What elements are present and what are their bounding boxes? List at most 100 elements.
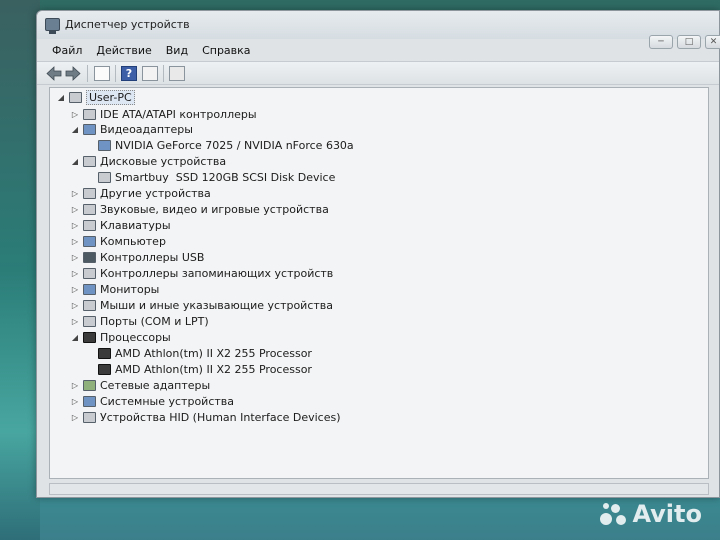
node-label: Контроллеры запоминающих устройств [100,267,334,280]
network-adapter-icon [83,380,96,391]
avito-logo-icon [600,501,628,527]
ide-controller-icon [83,109,96,120]
expand-arrow-icon[interactable]: ▷ [70,413,80,422]
tree-node-system[interactable]: ▷ Системные устройства [70,394,234,409]
scan-hardware-icon[interactable] [169,66,185,81]
other-devices-icon [83,188,96,199]
disk-drive-icon [83,156,96,167]
expand-arrow-icon[interactable]: ▷ [70,189,80,198]
tree-node-usb[interactable]: ▷ Контроллеры USB [70,250,205,265]
toolbar: ? [37,61,719,85]
menu-view[interactable]: Вид [159,42,195,59]
expand-arrow-icon[interactable]: ▷ [70,317,80,326]
tree-node-keyboards[interactable]: ▷ Клавиатуры [70,218,171,233]
keyboard-icon [83,220,96,231]
port-icon [83,316,96,327]
sound-icon [83,204,96,215]
system-devices-icon [83,396,96,407]
tree-node-monitors[interactable]: ▷ Мониторы [70,282,159,297]
leaf-label: NVIDIA GeForce 7025 / NVIDIA nForce 630a [115,139,354,152]
help-icon[interactable]: ? [121,66,137,81]
disk-drive-icon [98,172,111,183]
storage-controller-icon [83,268,96,279]
node-label: Клавиатуры [100,219,171,232]
node-label: Компьютер [100,235,166,248]
status-bar [49,483,709,495]
node-label: Устройства HID (Human Interface Devices) [100,411,341,424]
menu-help[interactable]: Справка [195,42,257,59]
mouse-icon [83,300,96,311]
leaf-label: AMD Athlon(tm) II X2 255 Processor [115,363,312,376]
processor-icon [98,348,111,359]
computer-root-icon [69,92,82,103]
usb-icon [83,252,96,263]
window-title: Диспетчер устройств [65,18,190,31]
tree-leaf-cpu-0[interactable]: AMD Athlon(tm) II X2 255 Processor [98,346,312,361]
expand-arrow-icon[interactable]: ▷ [70,253,80,262]
collapse-arrow-icon[interactable]: ◢ [70,125,80,134]
tree-root[interactable]: ◢ User-PC [56,90,135,105]
monitor-icon [83,284,96,295]
processor-icon [83,332,96,343]
tree-leaf-ssd[interactable]: Smartbuy SSD 120GB SCSI Disk Device [98,170,335,185]
expand-arrow-icon[interactable]: ▷ [70,205,80,214]
menu-file[interactable]: Файл [45,42,89,59]
tree-node-hid[interactable]: ▷ Устройства HID (Human Interface Device… [70,410,341,425]
tree-leaf-gpu[interactable]: NVIDIA GeForce 7025 / NVIDIA nForce 630a [98,138,354,153]
avito-text: Avito [632,500,702,528]
root-label[interactable]: User-PC [86,90,135,105]
menu-bar: Файл Действие Вид Справка [37,39,719,61]
device-manager-window: Диспетчер устройств ─ □ ✕ Файл Действие … [36,10,720,498]
tree-node-display[interactable]: ◢ Видеоадаптеры [70,122,193,137]
view-icon[interactable] [142,66,158,81]
hid-icon [83,412,96,423]
tree-node-disk[interactable]: ◢ Дисковые устройства [70,154,226,169]
node-label: Дисковые устройства [100,155,227,168]
expand-arrow-icon[interactable]: ▷ [70,237,80,246]
expand-arrow-icon[interactable]: ▷ [70,301,80,310]
expand-arrow-icon[interactable]: ▷ [70,285,80,294]
expand-arrow-icon[interactable]: ▷ [70,269,80,278]
tree-node-network[interactable]: ▷ Сетевые адаптеры [70,378,210,393]
expand-arrow-icon[interactable]: ▷ [70,110,80,119]
processor-icon [98,364,111,375]
tree-leaf-cpu-1[interactable]: AMD Athlon(tm) II X2 255 Processor [98,362,312,377]
expand-arrow-icon[interactable]: ▷ [70,381,80,390]
forward-arrow-icon[interactable] [65,66,81,81]
node-label: Сетевые адаптеры [100,379,211,392]
tree-node-mice[interactable]: ▷ Мыши и иные указывающие устройства [70,298,333,313]
node-label: Мониторы [100,283,160,296]
display-adapter-icon [98,140,111,151]
node-label: Видеоадаптеры [100,123,193,136]
collapse-arrow-icon[interactable]: ◢ [56,93,66,102]
tree-node-other[interactable]: ▷ Другие устройства [70,186,211,201]
tree-node-processors[interactable]: ◢ Процессоры [70,330,171,345]
properties-icon[interactable] [94,66,110,81]
node-label: Процессоры [100,331,171,344]
tree-node-ports[interactable]: ▷ Порты (COM и LPT) [70,314,209,329]
node-label: Контроллеры USB [100,251,205,264]
device-tree[interactable]: ◢ User-PC ▷ IDE ATA/ATAPI контроллеры ◢ … [49,87,709,479]
node-label: Звуковые, видео и игровые устройства [100,203,329,216]
collapse-arrow-icon[interactable]: ◢ [70,333,80,342]
back-arrow-icon[interactable] [46,66,62,81]
toolbar-separator [87,65,88,82]
leaf-label: Smartbuy SSD 120GB SCSI Disk Device [115,171,336,184]
toolbar-separator [115,65,116,82]
expand-arrow-icon[interactable]: ▷ [70,221,80,230]
leaf-label: AMD Athlon(tm) II X2 255 Processor [115,347,312,360]
menu-action[interactable]: Действие [89,42,158,59]
expand-arrow-icon[interactable]: ▷ [70,397,80,406]
device-manager-icon [45,18,60,34]
tree-node-computer[interactable]: ▷ Компьютер [70,234,166,249]
computer-icon [83,236,96,247]
node-label: Порты (COM и LPT) [100,315,209,328]
node-label: IDE ATA/ATAPI контроллеры [100,108,257,121]
avito-watermark: Avito [600,500,702,528]
tree-node-sound[interactable]: ▷ Звуковые, видео и игровые устройства [70,202,329,217]
tree-node-storage[interactable]: ▷ Контроллеры запоминающих устройств [70,266,333,281]
toolbar-separator [163,65,164,82]
collapse-arrow-icon[interactable]: ◢ [70,157,80,166]
node-label: Системные устройства [100,395,234,408]
tree-node-ide[interactable]: ▷ IDE ATA/ATAPI контроллеры [70,107,257,122]
